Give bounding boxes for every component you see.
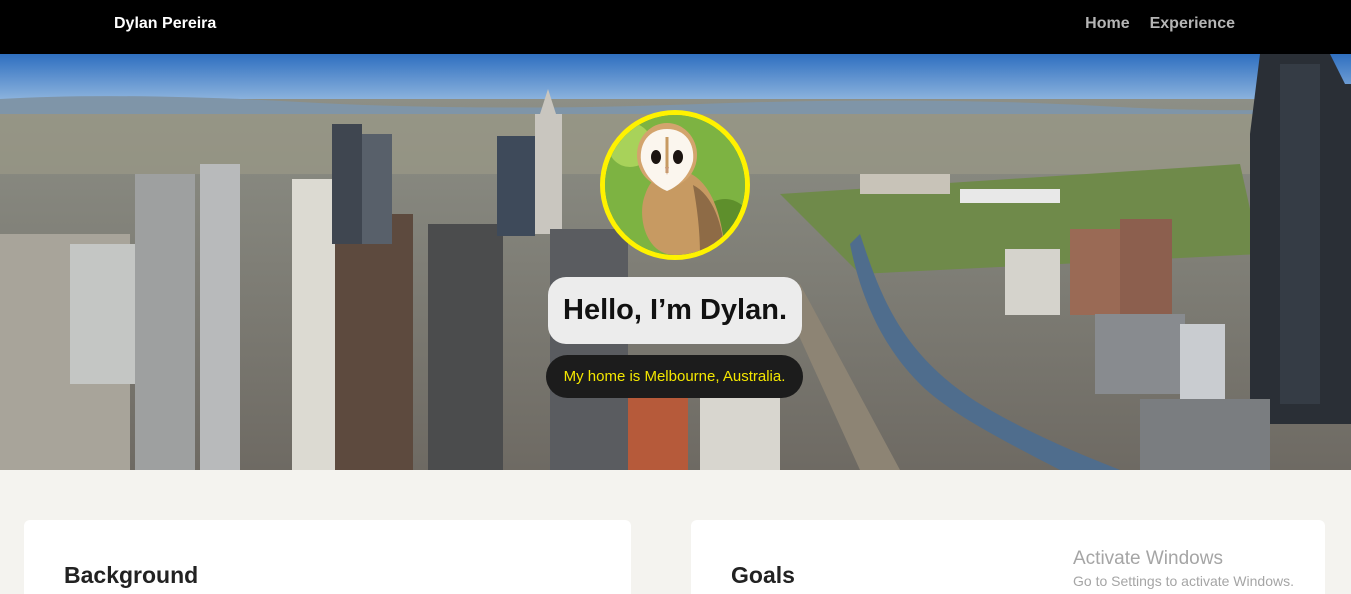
nav-link-home[interactable]: Home (1085, 15, 1129, 33)
activate-windows-watermark: Activate Windows Go to Settings to activ… (1073, 548, 1294, 589)
goals-heading: Goals (731, 562, 795, 588)
profile-avatar (600, 110, 750, 260)
hero-greeting: Hello, I’m Dylan. (548, 277, 802, 344)
watermark-subtitle: Go to Settings to activate Windows. (1073, 573, 1294, 589)
top-navbar: Dylan Pereira Home Experience (0, 0, 1351, 54)
nav-links: Home Experience (1085, 15, 1235, 33)
brand-link[interactable]: Dylan Pereira (114, 15, 216, 33)
background-heading: Background (64, 562, 199, 588)
hero-banner: Hello, I’m Dylan. My home is Melbourne, … (0, 54, 1351, 470)
watermark-title: Activate Windows (1073, 548, 1223, 569)
background-card: Background (24, 520, 631, 594)
hero-tagline: My home is Melbourne, Australia. (546, 355, 803, 398)
nav-link-experience[interactable]: Experience (1150, 15, 1235, 33)
owl-icon (605, 115, 745, 255)
